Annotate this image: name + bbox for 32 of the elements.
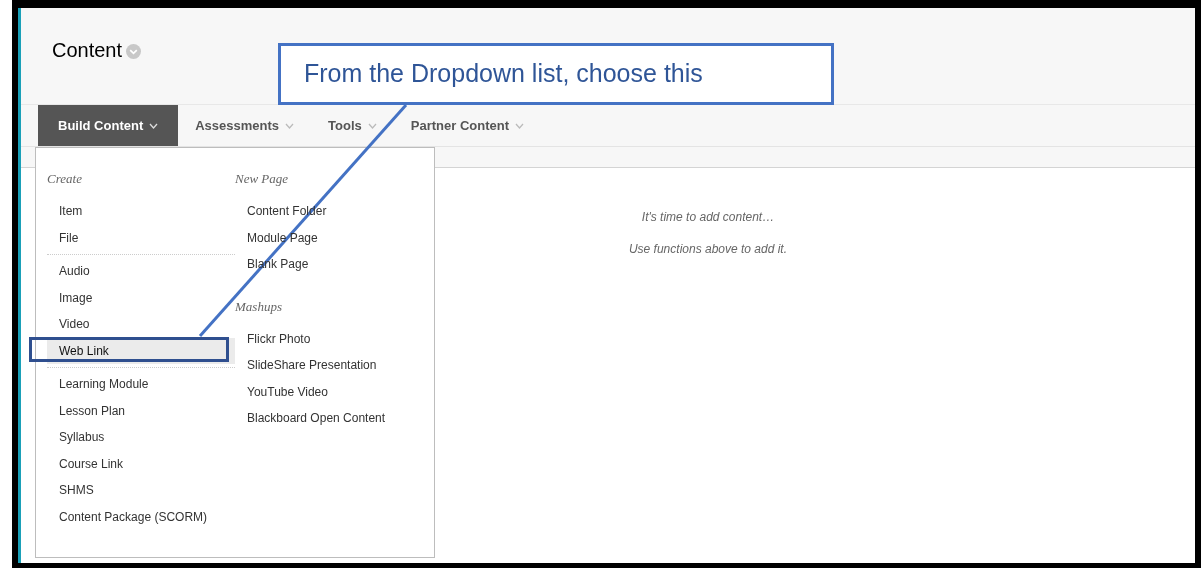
chevron-down-icon: [285, 122, 295, 129]
menu-item[interactable]: Video: [47, 311, 235, 338]
menu-item[interactable]: Module Page: [235, 224, 425, 251]
chevron-down-icon[interactable]: [126, 44, 142, 59]
chevron-down-icon: [149, 122, 159, 129]
menu-item[interactable]: Image: [47, 284, 235, 311]
menu-item[interactable]: SlideShare Presentation: [235, 352, 425, 379]
section-heading: Create: [47, 170, 83, 189]
menu-item[interactable]: Learning Module: [47, 371, 235, 398]
menu-item[interactable]: Syllabus: [47, 424, 235, 451]
menu-tab[interactable]: Tools: [311, 105, 394, 146]
menu-item[interactable]: File: [47, 224, 235, 251]
section-heading: New Page: [235, 170, 290, 189]
callout-text: From the Dropdown list, choose this: [304, 58, 703, 90]
menu-item[interactable]: Flickr Photo: [235, 325, 425, 352]
menu-item[interactable]: SHMS: [47, 477, 235, 504]
section-heading: Mashups: [235, 297, 283, 316]
menu-item[interactable]: Audio: [47, 258, 235, 285]
menu-item[interactable]: Content Package (SCORM): [47, 503, 235, 530]
menu-tab[interactable]: Partner Content: [393, 105, 541, 146]
menu-item[interactable]: Course Link: [47, 450, 235, 477]
menu-tab[interactable]: Build Content: [38, 105, 179, 146]
menu-item[interactable]: YouTube Video: [235, 378, 425, 405]
menu-item[interactable]: Lesson Plan: [47, 397, 235, 424]
page-title: Content: [52, 38, 123, 63]
empty-message: Use functions above to add it.: [628, 241, 788, 258]
empty-message: It's time to add content…: [641, 209, 775, 226]
menu-item[interactable]: Blackboard Open Content: [235, 405, 425, 432]
menu-tab[interactable]: Assessments: [178, 105, 312, 146]
chevron-down-icon: [515, 122, 524, 129]
chevron-down-icon: [367, 122, 377, 129]
menu-item[interactable]: Item: [47, 198, 235, 225]
